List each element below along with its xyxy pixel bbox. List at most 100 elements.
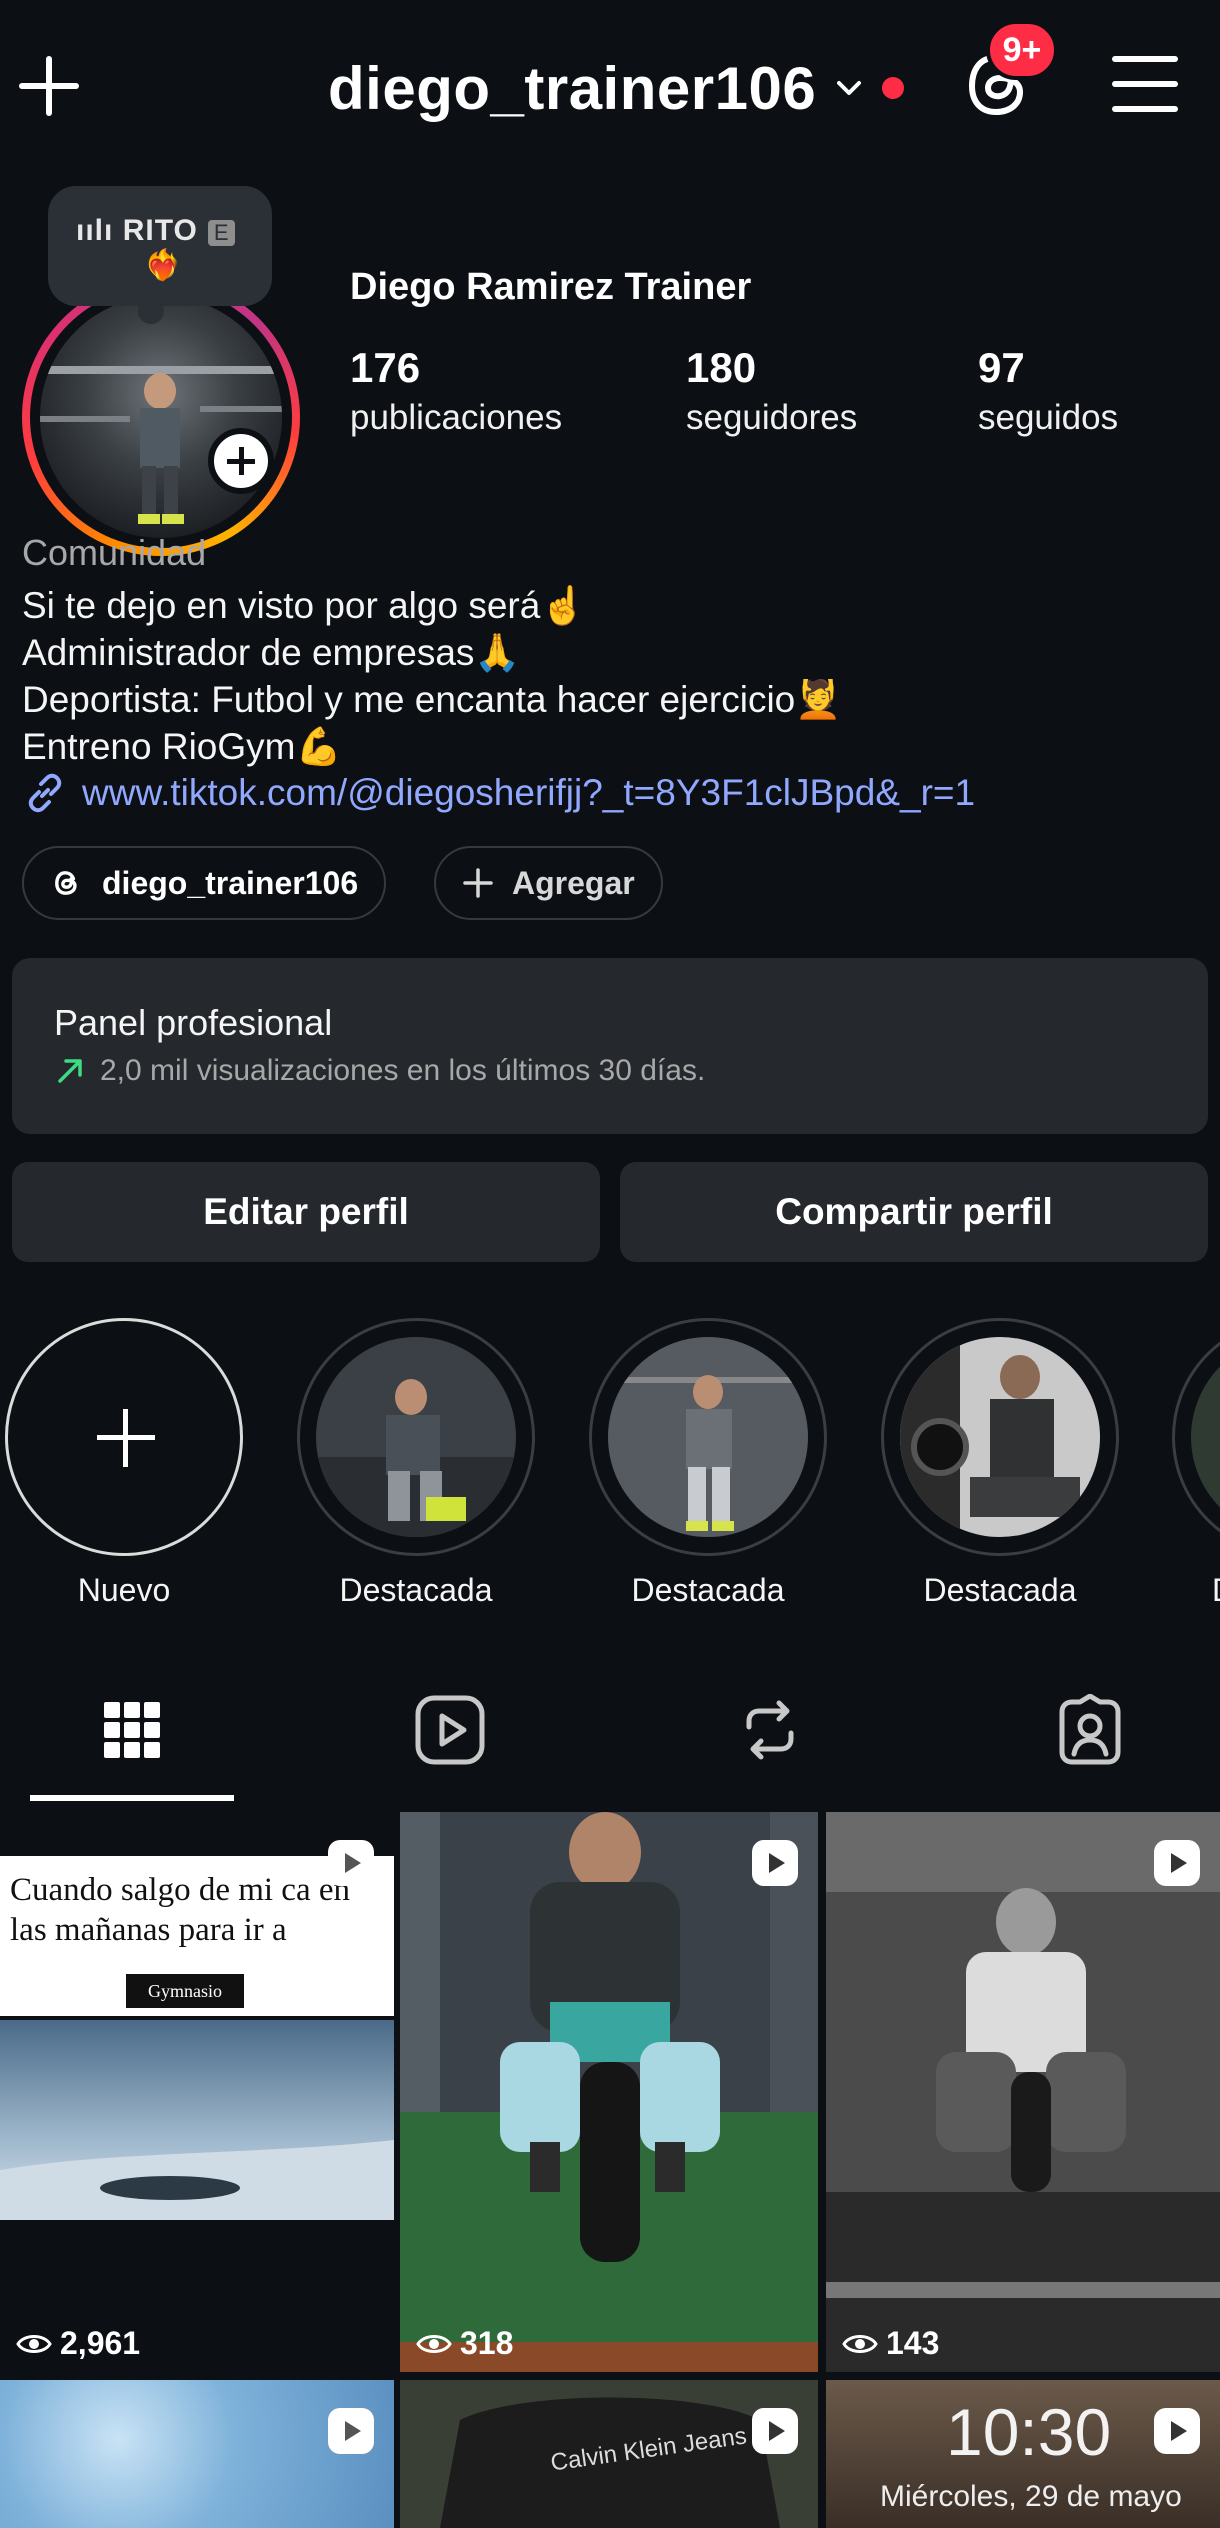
highlight-cover: [608, 1337, 808, 1537]
eye-icon: [416, 2334, 452, 2353]
tab-grid[interactable]: [82, 1680, 182, 1780]
view-count: 143: [842, 2325, 939, 2362]
trend-up-icon: [58, 1059, 82, 1083]
post-thumbnail[interactable]: 10:30 Miércoles, 29 de mayo: [826, 2380, 1220, 2528]
note-bubble[interactable]: ıılı RITO E ❤️‍🔥: [48, 186, 272, 324]
add-pill-label: Agregar: [512, 864, 635, 901]
stat-posts[interactable]: 176 publicaciones: [350, 342, 562, 442]
display-name: Diego Ramirez Trainer: [350, 266, 752, 308]
view-count: 2,961: [16, 2325, 140, 2362]
note-audio-icon: ıılı: [76, 214, 123, 247]
eye-icon: [842, 2334, 878, 2353]
top-bar: diego_trainer106 9+: [0, 0, 1220, 175]
reel-icon: [752, 2408, 798, 2454]
tagged-icon: [1059, 1694, 1121, 1765]
share-profile-button[interactable]: Compartir perfil: [620, 1162, 1208, 1262]
reel-icon: [328, 1840, 374, 1886]
reel-icon: [1154, 1840, 1200, 1886]
highlight-item[interactable]: Destacada: [588, 1318, 828, 1609]
professional-dashboard[interactable]: Panel profesional 2,0 mil visualizacione…: [12, 958, 1208, 1134]
avatar[interactable]: [22, 278, 300, 556]
bio-line: Entreno RioGym💪: [22, 726, 342, 767]
highlight-label: Nuevo: [77, 1572, 171, 1608]
unread-dot: [882, 77, 905, 99]
repost-icon: [746, 1700, 794, 1760]
pro-panel-subtitle: 2,0 mil visualizaciones en los últimos 3…: [100, 1054, 706, 1087]
post-thumbnail[interactable]: [0, 2380, 394, 2528]
tab-reposts[interactable]: [720, 1680, 820, 1780]
stat-posts-value: 176: [350, 344, 421, 391]
explicit-tag: E: [207, 220, 235, 246]
stat-followers[interactable]: 180 seguidores: [686, 342, 857, 442]
post-date: Miércoles, 29 de mayo: [880, 2480, 1182, 2513]
note-emoji: ❤️‍🔥: [144, 249, 182, 282]
reel-icon: [752, 1840, 798, 1886]
account-switcher[interactable]: diego_trainer106: [328, 48, 905, 128]
post-thumbnail[interactable]: Calvin Klein Jeans: [400, 2380, 818, 2528]
highlight-label: Destacada: [631, 1572, 785, 1608]
stat-followers-value: 180: [686, 344, 757, 391]
plus-icon: [5, 1318, 243, 1556]
highlight-label: D: [1172, 1572, 1220, 1609]
avatar-photo: [40, 296, 282, 538]
reels-icon: [415, 1695, 485, 1765]
post-thumbnail[interactable]: 318: [400, 1812, 818, 2372]
stat-followers-label: seguidores: [686, 398, 858, 437]
highlight-cover: [900, 1337, 1100, 1537]
post-caption: Cuando salgo de mi ca en las mañanas par…: [10, 1872, 350, 1948]
bio-line: Si te dejo en visto por algo será☝️: [22, 585, 587, 626]
highlight-label: Destacada: [339, 1572, 493, 1608]
username-title[interactable]: diego_trainer106: [328, 54, 816, 123]
highlight-new[interactable]: Nuevo: [4, 1318, 244, 1609]
post-image: [400, 1812, 818, 2372]
bio-link-text[interactable]: www.tiktok.com/@diegosherifjj?_t=8Y3F1cl…: [82, 772, 975, 814]
view-count-value: 143: [886, 2325, 940, 2361]
threads-icon: [55, 871, 77, 895]
active-tab-indicator: [30, 1795, 234, 1801]
bio-line: Administrador de empresas🙏: [22, 632, 521, 673]
view-count-value: 2,961: [60, 2325, 141, 2361]
edit-profile-button[interactable]: Editar perfil: [12, 1162, 600, 1262]
profile-tabs: [0, 1680, 1220, 1806]
reel-icon: [1154, 2408, 1200, 2454]
post-thumbnail[interactable]: 143: [826, 1812, 1220, 2372]
menu-icon[interactable]: [1112, 52, 1180, 116]
highlight-cover: [316, 1337, 516, 1537]
add-story-icon[interactable]: [208, 428, 274, 494]
chevron-down-icon[interactable]: [834, 73, 864, 103]
link-icon: [28, 773, 62, 813]
bio-link[interactable]: www.tiktok.com/@diegosherifjj?_t=8Y3F1cl…: [22, 770, 975, 816]
post-clock: 10:30: [946, 2395, 1112, 2469]
stat-posts-label: publicaciones: [350, 398, 563, 437]
view-count-value: 318: [460, 2325, 514, 2361]
view-count: 318: [416, 2325, 513, 2362]
stat-following-value: 97: [978, 344, 1025, 391]
bio-line: Deportista: Futbol y me encanta hacer ej…: [22, 679, 842, 720]
profile-category: Comunidad: [22, 532, 207, 573]
stat-following-label: seguidos: [978, 398, 1119, 437]
post-image: [0, 2020, 394, 2220]
eye-icon: [16, 2334, 52, 2353]
add-link-pill[interactable]: Agregar: [434, 846, 663, 920]
pro-panel-title: Panel profesional: [54, 1002, 333, 1043]
notification-badge: 9+: [986, 20, 1058, 80]
grid-icon: [104, 1702, 160, 1758]
highlight-item[interactable]: Destacada: [296, 1318, 536, 1609]
note-text: RITO: [122, 214, 198, 247]
highlight-label: Destacada: [923, 1572, 1077, 1608]
highlight-cover: [1191, 1337, 1220, 1537]
post-tag: Gymnasio: [126, 1974, 244, 2008]
reel-icon: [328, 2408, 374, 2454]
bio: Si te dejo en visto por algo será☝️ Admi…: [22, 582, 841, 770]
create-plus-icon[interactable]: [14, 50, 84, 120]
threads-pill-label: diego_trainer106: [102, 864, 359, 901]
tab-reels[interactable]: [400, 1680, 500, 1780]
highlight-item[interactable]: Destacada: [880, 1318, 1120, 1609]
post-image: [826, 1812, 1220, 2372]
threads-profile-pill[interactable]: diego_trainer106: [22, 846, 387, 920]
post-thumbnail[interactable]: Cuando salgo de mi ca en las mañanas par…: [0, 1812, 394, 2372]
plus-icon: [463, 868, 493, 898]
stat-following[interactable]: 97 seguidos: [978, 342, 1118, 442]
tab-tagged[interactable]: [1040, 1680, 1140, 1780]
highlight-item-partial[interactable]: D: [1172, 1318, 1220, 1609]
